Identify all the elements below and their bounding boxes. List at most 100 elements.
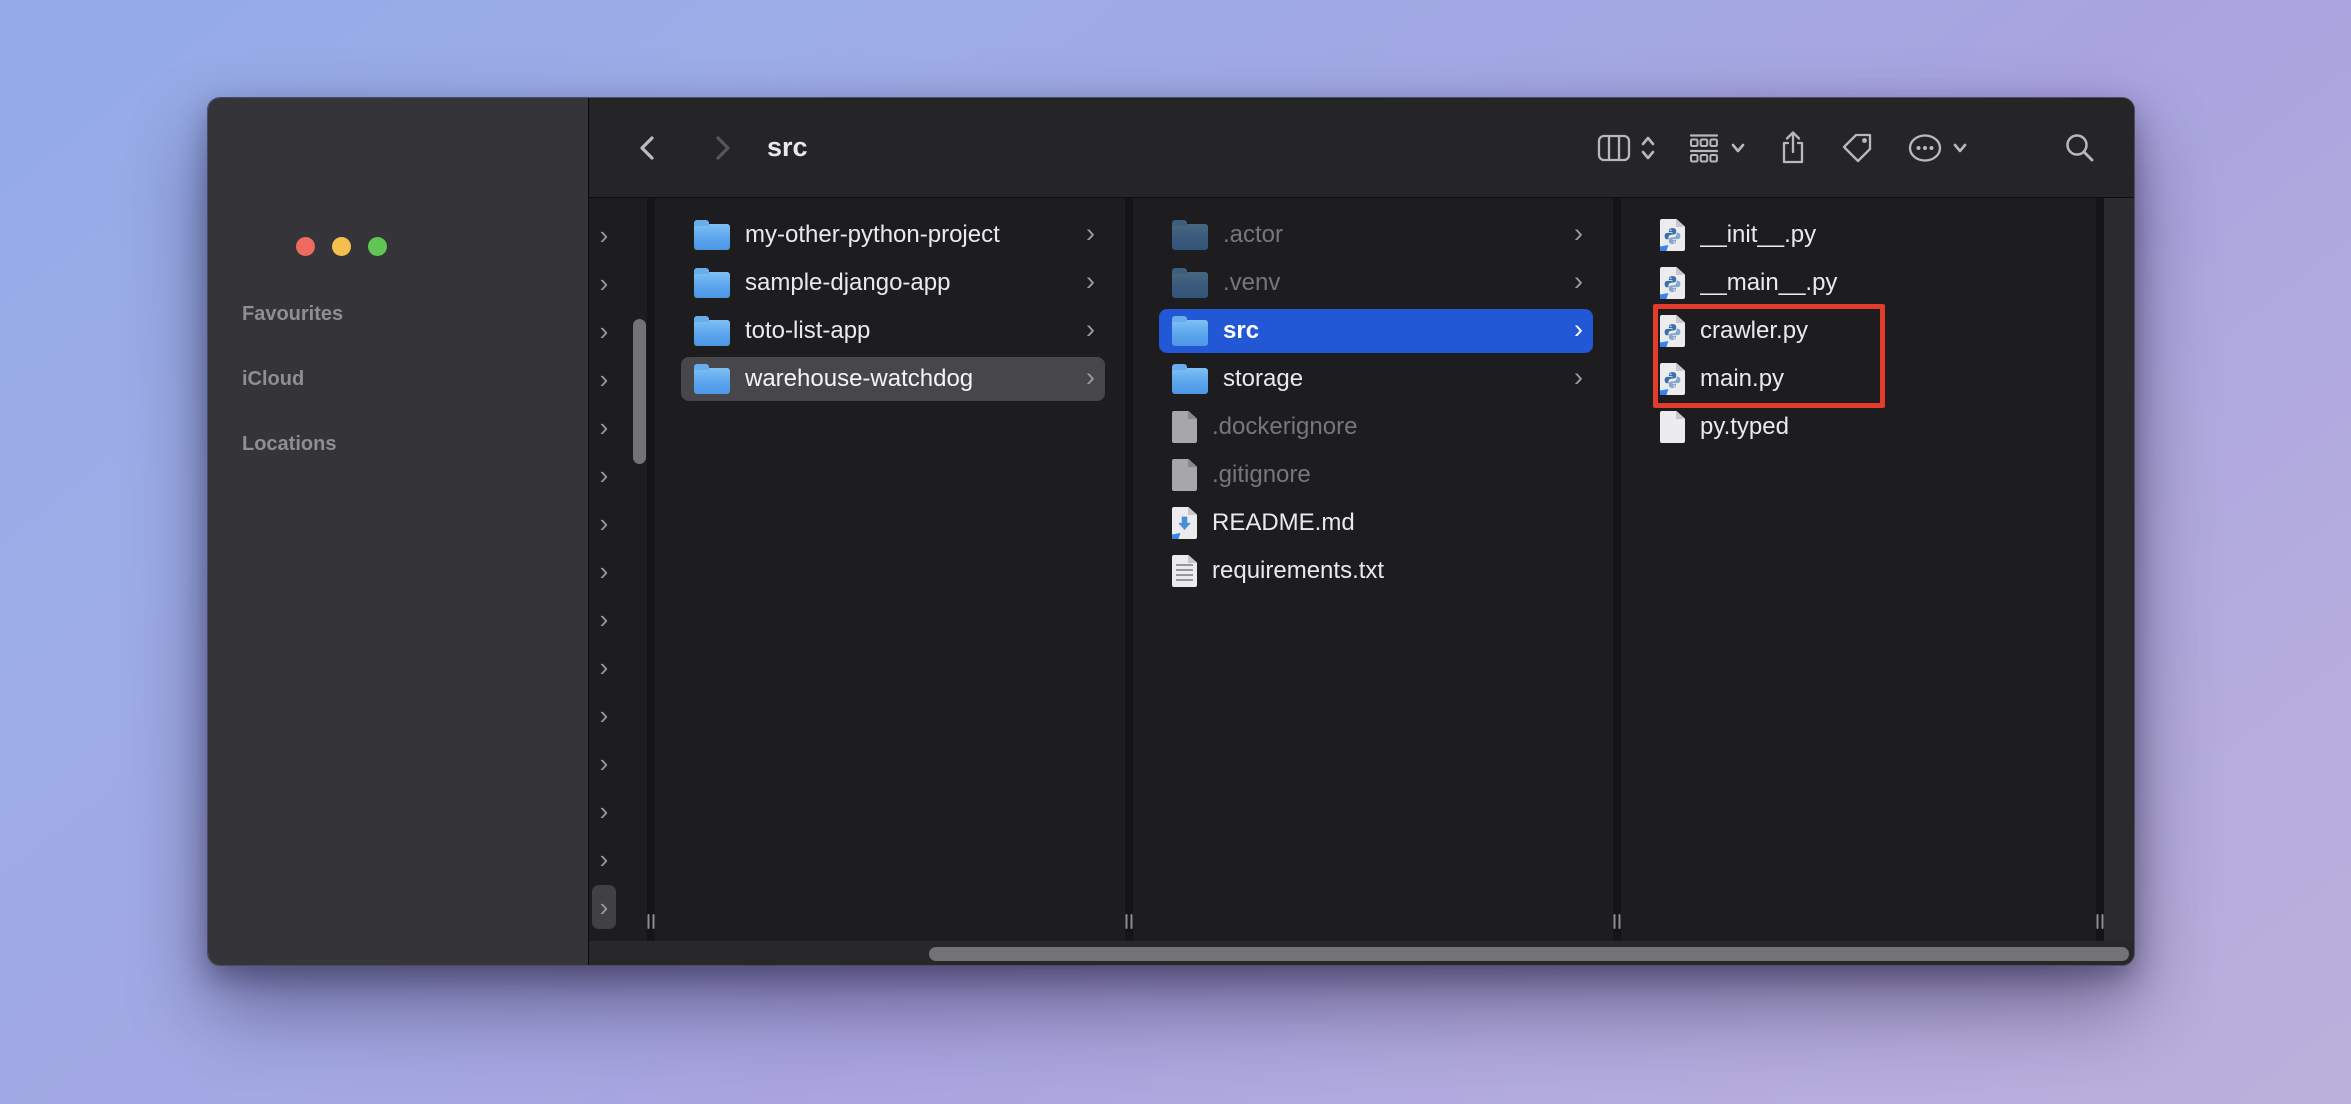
divider-handle-icon[interactable] [648, 914, 655, 929]
divider-handle-icon[interactable] [1614, 914, 1621, 929]
finder-sidebar: FavouritesiCloudLocations [208, 98, 589, 965]
column-divider[interactable] [1125, 198, 1133, 941]
more-ellipsis-icon [1906, 132, 1944, 164]
file-badge-icon [1655, 338, 1669, 352]
collapsed-row-chevron[interactable]: › [592, 213, 616, 257]
folder-row-src[interactable]: src› [1159, 309, 1593, 353]
text-lines [1176, 564, 1193, 583]
collapsed-row-chevron[interactable]: › [592, 741, 616, 785]
collapsed-row-chevron[interactable]: › [592, 885, 616, 929]
window-title: src [767, 132, 808, 163]
file-row-README.md[interactable]: README.md [1159, 501, 1593, 545]
column-divider[interactable] [2096, 198, 2104, 941]
search-icon [2062, 130, 2098, 166]
chevron-right-icon: › [1574, 220, 1583, 247]
item-name: storage [1223, 365, 1566, 393]
column-folder-contents: .actor›.venv›src›storage›.dockerignore.g… [1133, 198, 1613, 941]
view-stepper-icon [1640, 135, 1656, 161]
collapsed-row-chevron[interactable]: › [592, 693, 616, 737]
file-row-__init__.py[interactable]: __init__.py [1647, 213, 2076, 257]
divider-handle-icon[interactable] [2097, 914, 2104, 929]
item-name: .actor [1223, 221, 1566, 249]
folder-row-my-other-python-project[interactable]: my-other-python-project › [681, 213, 1105, 257]
horizontal-scrollbar-track[interactable] [589, 941, 2134, 966]
vertical-scrollbar-thumb[interactable] [633, 319, 646, 464]
chevron-right-icon: › [1086, 316, 1095, 343]
item-name: .dockerignore [1212, 413, 1583, 441]
folder-icon [694, 224, 730, 250]
collapsed-row-chevron[interactable]: › [592, 405, 616, 449]
collapsed-row-chevron[interactable]: › [592, 597, 616, 641]
finder-window: FavouritesiCloudLocations src [207, 97, 2135, 966]
collapsed-row-chevron[interactable]: › [592, 837, 616, 881]
chevron-right-icon: › [1086, 220, 1095, 247]
column-next-empty [2104, 198, 2134, 941]
file-row-__main__.py[interactable]: __main__.py [1647, 261, 2076, 305]
item-name: src [1223, 317, 1566, 345]
file-badge-icon [1655, 386, 1669, 400]
folder-icon [1172, 272, 1208, 298]
tags-button[interactable] [1840, 130, 1876, 166]
blank-file-icon [1172, 411, 1197, 443]
column-view-button[interactable] [1596, 132, 1656, 164]
forward-button[interactable] [699, 118, 745, 178]
item-name: __main__.py [1700, 269, 2066, 297]
finder-toolbar: src [589, 98, 2134, 198]
collapsed-row-chevron[interactable]: › [592, 261, 616, 305]
folder-row-.actor[interactable]: .actor › [1159, 213, 1593, 257]
sidebar-section-icloud: iCloud [242, 369, 343, 434]
item-name: my-other-python-project [745, 221, 1078, 249]
chevron-right-icon: › [1086, 268, 1095, 295]
folder-icon [694, 272, 730, 298]
zoom-button[interactable] [368, 237, 387, 256]
column-divider[interactable] [1613, 198, 1621, 941]
column-divider[interactable] [647, 198, 655, 941]
blank-file-icon [1172, 459, 1197, 491]
folder-row-warehouse-watchdog[interactable]: warehouse-watchdog› [681, 357, 1105, 401]
close-button[interactable] [296, 237, 315, 256]
plain-file-icon [1660, 411, 1685, 443]
group-by-button[interactable] [1686, 132, 1746, 164]
search-button[interactable] [2062, 130, 2098, 166]
file-row-py.typed[interactable]: py.typed [1647, 405, 2076, 449]
horizontal-scrollbar-thumb[interactable] [929, 947, 2129, 961]
collapsed-row-chevron[interactable]: › [592, 789, 616, 833]
file-row-.dockerignore[interactable]: .dockerignore [1159, 405, 1593, 449]
item-name: crawler.py [1700, 317, 2066, 345]
folder-row-sample-django-app[interactable]: sample-django-app› [681, 261, 1105, 305]
python-file-icon [1660, 315, 1685, 347]
folder-row-toto-list-app[interactable]: toto-list-app › [681, 309, 1105, 353]
file-row-requirements.txt[interactable]: requirements.txt [1159, 549, 1593, 593]
column-view-icon [1596, 132, 1632, 164]
collapsed-row-chevron[interactable]: › [592, 549, 616, 593]
python-file-icon [1660, 267, 1685, 299]
chevron-right-icon [705, 131, 739, 165]
file-badge-icon [1655, 290, 1669, 304]
collapsed-row-chevron[interactable]: › [592, 501, 616, 545]
collapsed-row-chevron[interactable]: › [592, 453, 616, 497]
file-row-main.py[interactable]: main.py [1647, 357, 2076, 401]
collapsed-row-chevron[interactable]: › [592, 357, 616, 401]
chevron-right-icon: › [1574, 268, 1583, 295]
group-by-icon [1686, 132, 1722, 164]
back-button[interactable] [625, 118, 671, 178]
item-name: toto-list-app [745, 317, 1078, 345]
share-icon [1776, 129, 1810, 167]
item-name: __init__.py [1700, 221, 2066, 249]
folder-row-storage[interactable]: storage› [1159, 357, 1593, 401]
python-file-icon [1660, 363, 1685, 395]
minimize-button[interactable] [332, 237, 351, 256]
desktop-wallpaper: FavouritesiCloudLocations src [0, 0, 2351, 1104]
file-row-crawler.py[interactable]: crawler.py [1647, 309, 2076, 353]
folder-row-.venv[interactable]: .venv› [1159, 261, 1593, 305]
text-file-icon [1172, 555, 1197, 587]
collapsed-row-chevron[interactable]: › [592, 309, 616, 353]
share-button[interactable] [1776, 129, 1810, 167]
divider-handle-icon[interactable] [1126, 914, 1133, 929]
collapsed-row-chevron[interactable]: › [592, 645, 616, 689]
more-actions-button[interactable] [1906, 132, 1968, 164]
folder-icon [1172, 368, 1208, 394]
file-row-.gitignore[interactable]: .gitignore [1159, 453, 1593, 497]
finder-main: src [589, 98, 2134, 965]
toolbar-actions [1596, 98, 2098, 197]
